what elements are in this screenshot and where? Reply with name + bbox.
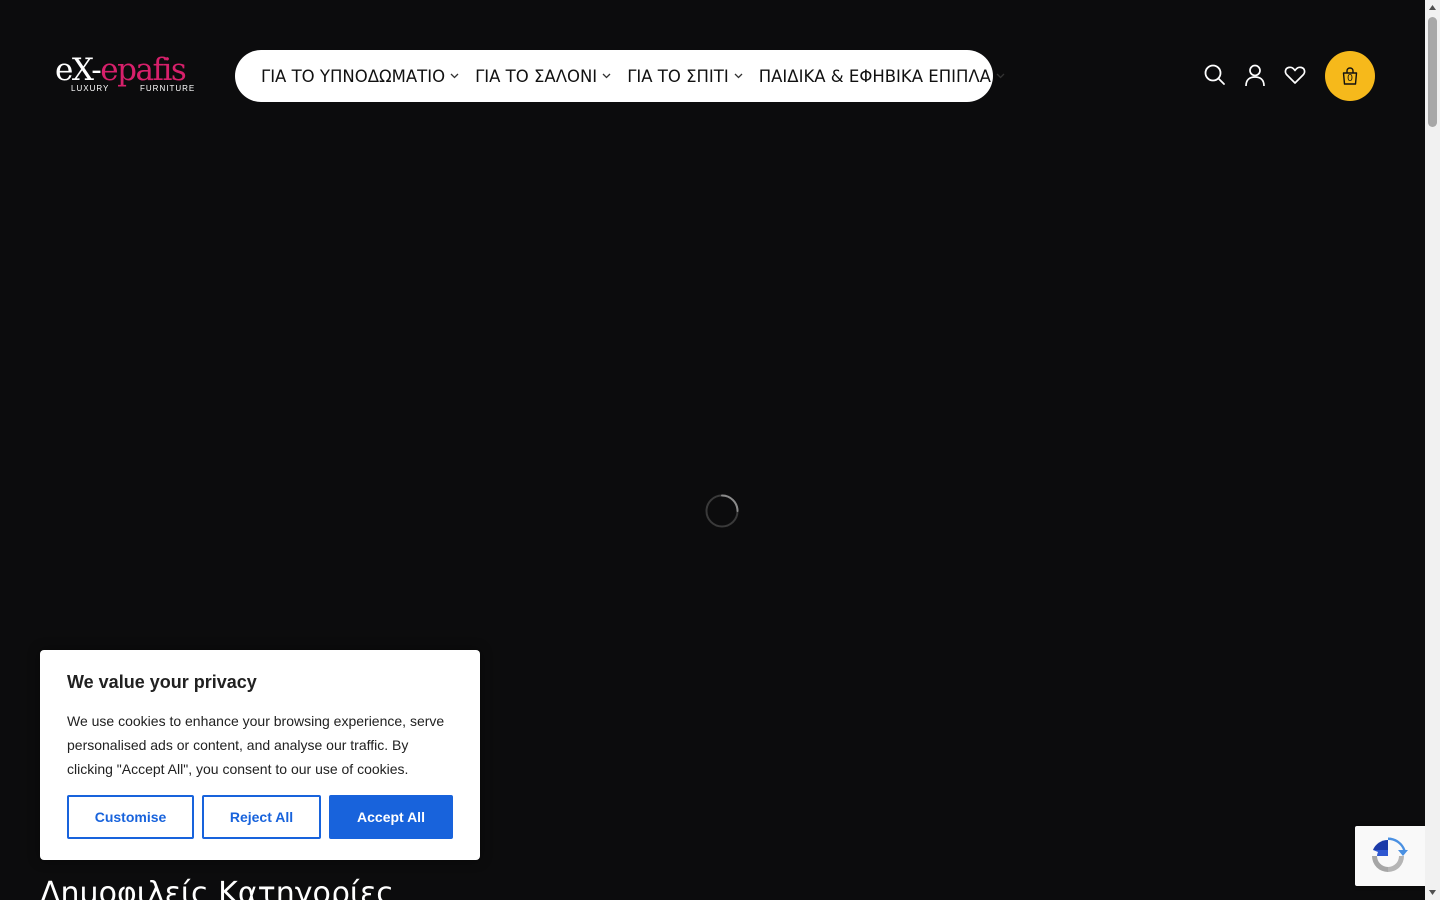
cart-count-badge: 0	[1347, 73, 1353, 84]
cookie-consent-banner: We value your privacy We use cookies to …	[40, 650, 480, 860]
cookie-description: We use cookies to enhance your browsing …	[67, 713, 445, 777]
nav-item-label: ΓΙΑ ΤΟ ΣΠΙΤΙ	[627, 66, 729, 86]
loading-spinner-icon	[705, 494, 739, 528]
logo-subtitle-furniture: FURNITURE	[140, 84, 196, 93]
section-title-popular-categories: Δημοφιλείς Κατηγορίες	[40, 876, 394, 900]
user-icon	[1245, 64, 1265, 87]
nav-item-label: ΓΙΑ ΤΟ ΥΠΝΟΔΩΜΑΤΙΟ	[261, 66, 446, 86]
cookie-button-group: Customise Reject All Accept All	[67, 795, 453, 839]
scroll-down-arrow-icon[interactable]	[1425, 885, 1440, 900]
cart-button[interactable]: 0	[1325, 51, 1375, 101]
site-logo[interactable]: eX-epafis LUXURY FURNITURE	[55, 52, 195, 96]
scrollbar-thumb[interactable]	[1428, 17, 1437, 127]
chevron-down-icon	[996, 73, 1005, 79]
main-nav: ΓΙΑ ΤΟ ΥΠΝΟΔΩΜΑΤΙΟ ΓΙΑ ΤΟ ΣΑΛΟΝΙ ΓΙΑ ΤΟ …	[235, 50, 1005, 102]
accept-all-button[interactable]: Accept All	[329, 795, 453, 839]
logo-subtitle-luxury: LUXURY	[71, 84, 110, 93]
search-button[interactable]	[1202, 62, 1228, 88]
scroll-up-arrow-icon[interactable]	[1425, 0, 1440, 15]
chevron-down-icon	[450, 73, 459, 79]
nav-item-home[interactable]: ΓΙΑ ΤΟ ΣΠΙΤΙ	[627, 67, 743, 86]
customise-button[interactable]: Customise	[67, 795, 194, 839]
logo-wordmark: eX-epafis	[55, 52, 187, 88]
recaptcha-icon	[1372, 837, 1408, 872]
nav-item-label: ΓΙΑ ΤΟ ΣΑΛΟΝΙ	[475, 66, 598, 86]
chevron-down-icon	[602, 73, 611, 79]
cookie-title: We value your privacy	[67, 672, 257, 692]
account-button[interactable]	[1242, 62, 1268, 88]
page: eX-epafis LUXURY FURNITURE ΓΙΑ ΤΟ ΥΠΝΟΔΩ…	[0, 0, 1440, 900]
nav-item-living-room[interactable]: ΓΙΑ ΤΟ ΣΑΛΟΝΙ	[475, 67, 611, 86]
nav-item-label: ΠΑΙΔΙΚΑ & ΕΦΗΒΙΚΑ ΕΠΙΠΛΑ	[758, 66, 991, 86]
heart-icon	[1284, 66, 1306, 84]
reject-all-button[interactable]: Reject All	[202, 795, 321, 839]
nav-item-bedroom[interactable]: ΓΙΑ ΤΟ ΥΠΝΟΔΩΜΑΤΙΟ	[261, 67, 459, 86]
nav-item-kids-furniture[interactable]: ΠΑΙΔΙΚΑ & ΕΦΗΒΙΚΑ ΕΠΙΠΛΑ	[759, 67, 1005, 86]
wishlist-button[interactable]	[1282, 62, 1308, 88]
page-scrollbar[interactable]	[1425, 0, 1440, 900]
search-icon	[1204, 64, 1225, 85]
chevron-down-icon	[734, 73, 743, 79]
logo-part-ex: eX-	[55, 52, 102, 88]
logo-part-epafis: epafis	[100, 52, 186, 88]
